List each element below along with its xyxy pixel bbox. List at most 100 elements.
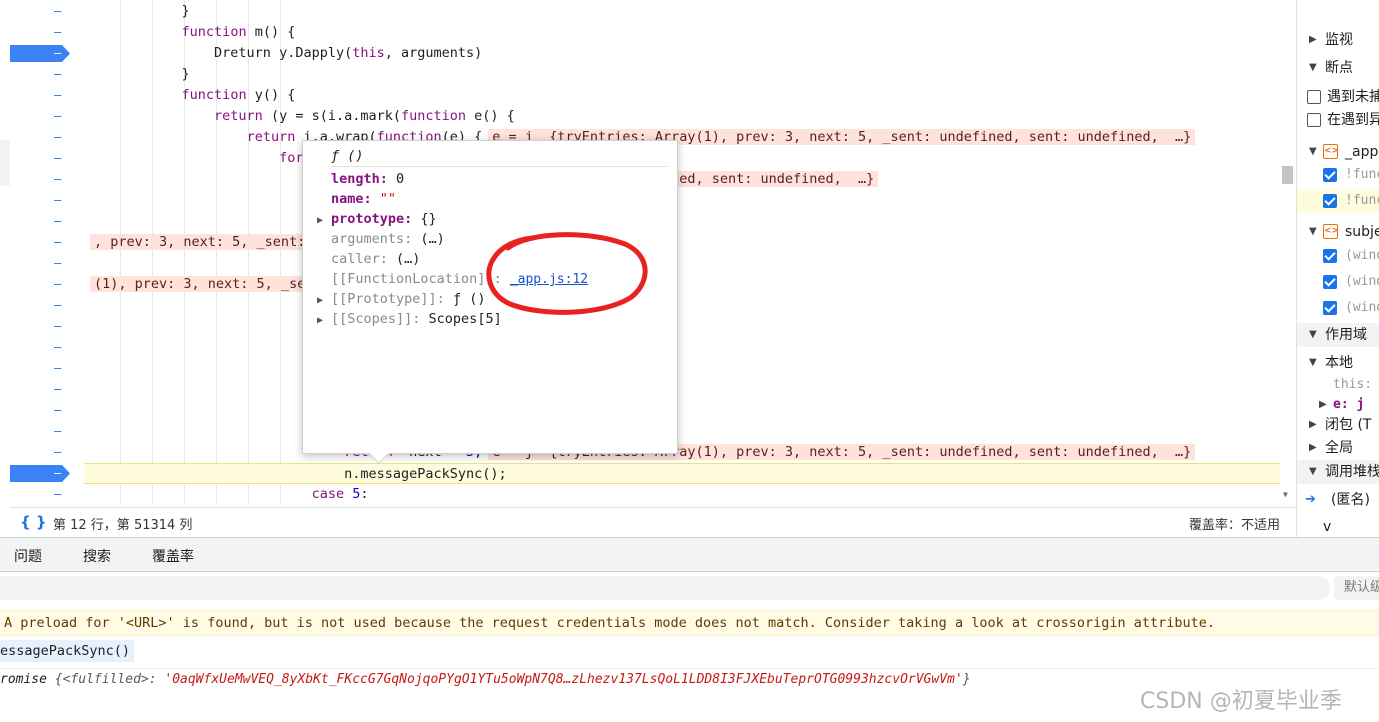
scroll-down-arrow-icon[interactable]: ▼ — [1283, 490, 1288, 499]
collapse-triangle-icon[interactable]: ▼ — [1309, 351, 1317, 375]
line-number[interactable]: – — [10, 274, 70, 295]
expand-triangle-icon[interactable]: ▶ — [1309, 28, 1317, 52]
line-number[interactable]: – — [10, 358, 70, 379]
editor-scroll-thumb[interactable] — [1282, 166, 1293, 184]
sidebar-item[interactable]: !func — [1297, 163, 1379, 187]
line-number[interactable]: – — [10, 379, 70, 400]
code-line[interactable] — [84, 379, 1280, 400]
current-execution-line[interactable]: n.messagePackSync(); — [84, 463, 1280, 484]
line-number[interactable]: – — [10, 232, 70, 253]
default-levels-dropdown[interactable]: 默认级 — [1334, 576, 1379, 600]
code-line[interactable]: for (; — [84, 148, 1280, 169]
collapse-triangle-icon[interactable]: ▼ — [1309, 323, 1317, 347]
code-line[interactable]: function m() { — [84, 22, 1280, 43]
line-number[interactable]: – — [10, 211, 70, 232]
line-number[interactable]: – — [10, 400, 70, 421]
breakpoint-checkbox[interactable] — [1323, 301, 1337, 315]
expand-triangle-icon[interactable]: ▶ — [317, 311, 331, 331]
code-line[interactable]: } — [84, 1, 1280, 22]
console-filter-input[interactable] — [0, 576, 1330, 600]
code-line[interactable]: case 5: — [84, 484, 1280, 505]
tab-search[interactable]: 搜索 — [83, 546, 111, 566]
expand-triangle-icon[interactable]: ▶ — [1309, 413, 1317, 437]
collapse-triangle-icon[interactable]: ▼ — [1309, 220, 1317, 244]
code-line[interactable]: (1), prev: 3, next: 5, _sent: undefined,… — [84, 274, 1280, 295]
line-number[interactable]: – — [10, 253, 70, 274]
line-number[interactable]: – — [10, 64, 70, 85]
sidebar-item[interactable]: ▼ 本地 — [1297, 351, 1379, 375]
expand-triangle-icon[interactable]: ▶ — [317, 291, 331, 311]
collapse-triangle-icon[interactable]: ▼ — [1309, 460, 1317, 484]
line-number[interactable]: – — [10, 1, 70, 22]
line-gutter[interactable]: – – – – – – – – – – – – – – – – – – – – – – – – — [10, 0, 70, 505]
sidebar-item[interactable]: ▼ 作用域 — [1297, 323, 1379, 347]
breakpoint-marker[interactable]: – — [10, 43, 70, 64]
sidebar-item[interactable]: !func — [1297, 189, 1379, 213]
code-line[interactable] — [84, 211, 1280, 232]
pause-option-checkbox[interactable] — [1307, 113, 1321, 127]
sidebar-item[interactable]: ▼ <> _app — [1297, 140, 1379, 164]
breakpoint-checkbox[interactable] — [1323, 194, 1337, 208]
line-number[interactable]: – — [10, 337, 70, 358]
line-number[interactable]: – — [10, 85, 70, 106]
code-line[interactable]: Dreturn y.Dapply(this, arguments) — [84, 43, 1280, 64]
expand-triangle-icon[interactable]: ▶ — [1309, 436, 1317, 460]
code-line[interactable]: } — [84, 64, 1280, 85]
tab-issues[interactable]: 问题 — [14, 546, 42, 566]
line-number[interactable]: – — [10, 106, 70, 127]
code-line[interactable]: cas — [84, 190, 1280, 211]
code-line[interactable]: function y() { — [84, 85, 1280, 106]
line-number[interactable]: – — [10, 22, 70, 43]
editor-scrollbar[interactable] — [1280, 0, 1295, 505]
code-line[interactable]: cas — [84, 421, 1280, 442]
breakpoint-checkbox[interactable] — [1323, 168, 1337, 182]
breakpoint-marker[interactable]: – — [10, 463, 70, 484]
collapse-triangle-icon[interactable]: ▼ — [1309, 56, 1317, 80]
sidebar-item[interactable]: (wind — [1297, 270, 1379, 294]
code-line[interactable]: , prev: 3, next: 5, _sent: undefined, se… — [84, 232, 1280, 253]
sidebar-item[interactable]: v — [1297, 515, 1379, 537]
code-line[interactable]: return i.a.wrap(function(e) {e = j {tryE… — [84, 127, 1280, 148]
breakpoint-checkbox[interactable] — [1323, 249, 1337, 263]
sidebar-item[interactable]: ➔ (匿名) — [1297, 488, 1379, 512]
line-number[interactable]: – — [10, 127, 70, 148]
sidebar-item[interactable]: 遇到未捕 — [1297, 85, 1379, 109]
code-line[interactable] — [84, 400, 1280, 421]
line-number[interactable]: – — [10, 148, 70, 169]
code-line[interactable] — [84, 337, 1280, 358]
line-number[interactable]: – — [10, 421, 70, 442]
line-number[interactable]: – — [10, 295, 70, 316]
sidebar-item[interactable]: ▼ 调用堆栈 — [1297, 460, 1379, 484]
sidebar-item[interactable]: ▼ 断点 — [1297, 56, 1379, 80]
code-line[interactable]: return next = 5,e = j {tryEntries: Array… — [84, 442, 1280, 463]
code-line[interactable]: return (y = s(i.a.mark(function e() { — [84, 106, 1280, 127]
sidebar-item[interactable]: ▶ 闭包 (T — [1297, 413, 1379, 437]
pause-option-checkbox[interactable] — [1307, 90, 1321, 104]
line-number[interactable]: – — [10, 190, 70, 211]
popover-property-row[interactable]: ▶ [[Scopes]]: Scopes[5] — [317, 309, 502, 329]
sidebar-item[interactable]: ▶ 全局 — [1297, 436, 1379, 460]
line-number[interactable]: – — [10, 316, 70, 337]
breakpoint-checkbox[interactable] — [1323, 275, 1337, 289]
code-line[interactable] — [84, 358, 1280, 379]
popover-property-row[interactable]: ▶ [[Prototype]]: ƒ () — [317, 289, 485, 309]
line-number[interactable]: – — [10, 484, 70, 505]
code-line[interactable] — [84, 316, 1280, 337]
code-line[interactable] — [84, 253, 1280, 274]
code-line[interactable] — [84, 295, 1280, 316]
code-line[interactable]: swirray(1), prev: 3, next: 5, _sent: und… — [84, 169, 1280, 190]
expand-triangle-icon[interactable]: ▶ — [317, 211, 331, 231]
sidebar-item[interactable]: ▼ <> subje — [1297, 220, 1379, 244]
popover-property-row[interactable]: ▶ prototype: {} — [317, 209, 437, 229]
coverage-status[interactable]: 覆盖率：不适用 — [1189, 514, 1280, 533]
tab-coverage[interactable]: 覆盖率 — [152, 546, 194, 566]
collapse-triangle-icon[interactable]: ▼ — [1309, 140, 1317, 164]
sidebar-item[interactable]: (wind — [1297, 244, 1379, 268]
sidebar-item[interactable]: (wind — [1297, 296, 1379, 320]
function-location-link[interactable]: _app.js:12 — [510, 272, 588, 287]
sidebar-item[interactable]: ▶ 监视 — [1297, 28, 1379, 52]
line-number[interactable]: – — [10, 442, 70, 463]
pretty-print-icon[interactable]: { } — [20, 513, 47, 531]
debugger-sidebar[interactable]: ▶ 监视 ▼ 断点遇到未捕在遇到异 ▼ <> _app !func !func ▼ <> subje (… — [1296, 0, 1379, 537]
line-number[interactable]: – — [10, 169, 70, 190]
